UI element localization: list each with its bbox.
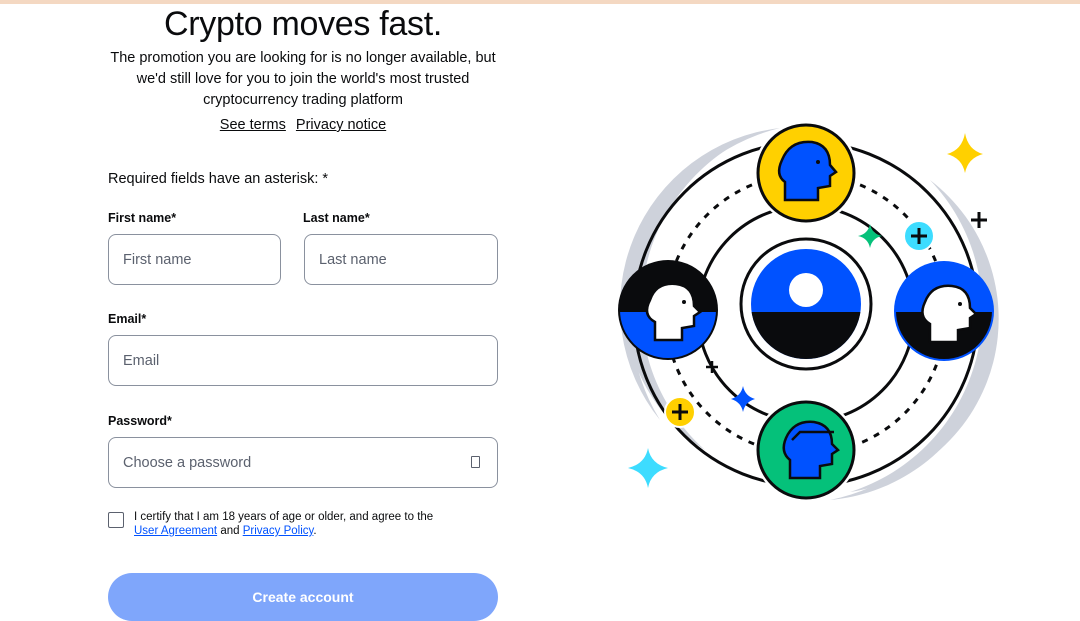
- certify-text-body: I certify that I am 18 years of age or o…: [134, 511, 434, 523]
- last-name-input[interactable]: [304, 234, 498, 285]
- password-input[interactable]: [108, 437, 498, 488]
- page-title: Crypto moves fast.: [163, 5, 443, 43]
- plus-small-icon: [706, 361, 718, 373]
- privacy-notice-link[interactable]: Privacy notice: [296, 117, 386, 133]
- plus-cyan-icon: [903, 220, 935, 252]
- person-yellow-icon: [754, 121, 858, 225]
- user-agreement-link[interactable]: User Agreement: [134, 525, 217, 537]
- last-name-label: Last name*: [303, 211, 370, 225]
- first-name-input[interactable]: [108, 234, 281, 285]
- sparkle-cyan-icon: [628, 448, 668, 488]
- legal-links: See terms Privacy notice: [108, 117, 498, 133]
- first-name-label: First name*: [108, 211, 177, 225]
- age-certify-checkbox[interactable]: [108, 512, 124, 528]
- certify-and: and: [220, 525, 240, 537]
- community-network-illustration: [618, 121, 999, 502]
- sparkle-green-icon: [858, 224, 882, 248]
- certify-text: I certify that I am 18 years of age or o…: [134, 510, 494, 538]
- privacy-policy-link[interactable]: Privacy Policy: [243, 525, 314, 537]
- email-input[interactable]: [108, 335, 498, 386]
- sparkle-yellow-icon: [947, 133, 983, 173]
- signup-page: Crypto moves fast. The promotion you are…: [0, 0, 1080, 621]
- email-label: Email*: [108, 312, 147, 326]
- see-terms-link[interactable]: See terms: [220, 117, 286, 133]
- password-label: Password*: [108, 414, 172, 428]
- promo-subtitle: The promotion you are looking for is no …: [110, 50, 496, 108]
- plus-yellow-icon: [664, 396, 696, 428]
- certify-period: .: [313, 525, 317, 537]
- create-account-button[interactable]: Create account: [108, 573, 498, 621]
- password-field: [108, 437, 498, 488]
- person-green-icon: [754, 398, 858, 502]
- required-fields-note: Required fields have an asterisk: *: [108, 171, 329, 187]
- eye-icon[interactable]: [471, 456, 480, 468]
- plus-black-icon: [971, 212, 987, 228]
